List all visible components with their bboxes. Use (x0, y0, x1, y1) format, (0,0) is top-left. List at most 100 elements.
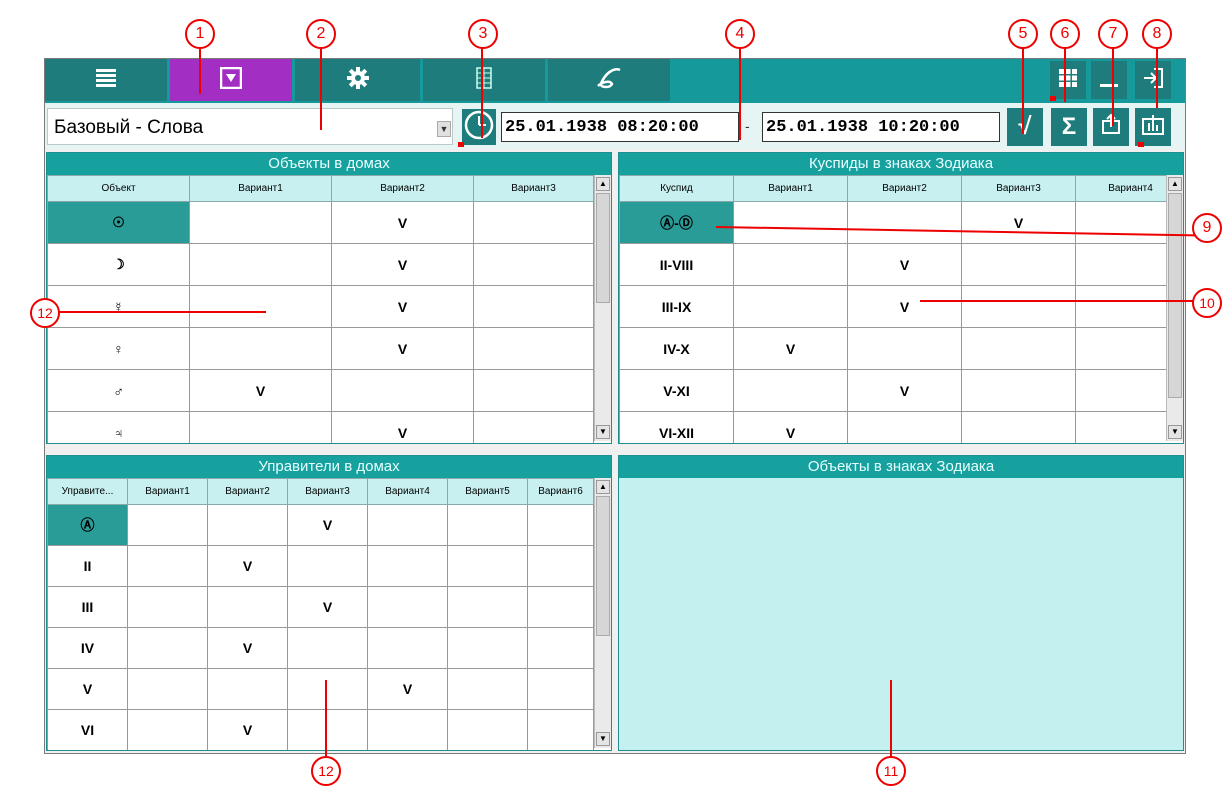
time-mode-button[interactable] (462, 109, 496, 145)
variant-cell[interactable] (447, 709, 528, 750)
variant-cell[interactable] (367, 545, 448, 587)
variant-cell[interactable] (473, 327, 594, 370)
variant-cell[interactable]: V (733, 411, 848, 443)
start-datetime-input[interactable]: 25.01.1938 08:20:00 (501, 112, 739, 142)
variant-cell[interactable]: V (847, 285, 962, 328)
row-symbol-cell[interactable]: VI-XII (619, 411, 734, 443)
variant-cell[interactable]: V (331, 411, 474, 443)
grid-view-button[interactable] (1050, 61, 1086, 99)
sum-button[interactable]: Σ (1051, 108, 1087, 146)
variant-cell[interactable]: V (331, 201, 474, 244)
variant-cell[interactable]: V (287, 586, 368, 628)
variant-cell[interactable] (447, 545, 528, 587)
variant-cell[interactable] (527, 545, 594, 587)
column-header[interactable]: Вариант1 (733, 175, 848, 202)
table-row[interactable]: V-XI V (619, 369, 1183, 412)
variant-cell[interactable] (961, 411, 1076, 443)
table-row[interactable]: ☽ V (47, 243, 594, 286)
preset-select[interactable]: Базовый - Слова (47, 108, 453, 145)
table-row[interactable]: IV-X V (619, 327, 1183, 370)
variant-cell[interactable] (961, 243, 1076, 286)
row-symbol-cell[interactable]: ☽ (47, 243, 190, 286)
exit-button[interactable] (1135, 61, 1171, 99)
variant-cell[interactable]: V (287, 504, 368, 546)
tab-table[interactable] (423, 59, 548, 101)
vertical-scrollbar[interactable]: ▲ ▼ (594, 175, 611, 441)
row-symbol-cell[interactable]: ♃ (47, 411, 190, 443)
table-row[interactable]: ☿ V (47, 285, 594, 328)
row-symbol-cell[interactable]: ☿ (47, 285, 190, 328)
variant-cell[interactable]: V (331, 243, 474, 286)
variant-cell[interactable] (367, 504, 448, 546)
table-row[interactable]: IV V (47, 627, 594, 669)
variant-cell[interactable] (207, 668, 288, 710)
column-header[interactable]: Объект (47, 175, 190, 202)
variant-cell[interactable] (473, 411, 594, 443)
vertical-scrollbar[interactable]: ▲ ▼ (594, 478, 611, 748)
variant-cell[interactable] (189, 411, 332, 443)
row-symbol-cell[interactable]: VI (47, 709, 128, 750)
table-row[interactable]: II V (47, 545, 594, 587)
scroll-down-icon[interactable]: ▼ (1168, 425, 1182, 439)
variant-cell[interactable] (127, 545, 208, 587)
variant-cell[interactable] (189, 201, 332, 244)
table-row[interactable]: VV (47, 668, 594, 710)
variant-cell[interactable] (447, 668, 528, 710)
table-row[interactable]: ♀ V (47, 327, 594, 370)
table-row[interactable]: ♂ V (47, 369, 594, 412)
table-row[interactable]: III V (47, 586, 594, 628)
column-header[interactable]: Куспид (619, 175, 734, 202)
column-header[interactable]: Вариант6 (527, 478, 594, 505)
column-header[interactable]: Вариант5 (447, 478, 528, 505)
table-row[interactable]: II-VIII V (619, 243, 1183, 286)
variant-cell[interactable] (447, 504, 528, 546)
table-row[interactable]: ♃ V (47, 411, 594, 443)
variant-cell[interactable] (287, 545, 368, 587)
variant-cell[interactable] (127, 668, 208, 710)
column-header[interactable]: Вариант3 (961, 175, 1076, 202)
variant-cell[interactable] (447, 627, 528, 669)
row-symbol-cell[interactable]: II (47, 545, 128, 587)
variant-cell[interactable] (367, 627, 448, 669)
tab-list[interactable] (45, 59, 170, 101)
row-symbol-cell[interactable]: III-IX (619, 285, 734, 328)
variant-cell[interactable]: V (733, 327, 848, 370)
scroll-down-icon[interactable]: ▼ (596, 732, 610, 746)
tab-script[interactable] (548, 59, 673, 101)
tab-filter[interactable] (170, 59, 295, 101)
variant-cell[interactable] (733, 285, 848, 328)
column-header[interactable]: Вариант3 (473, 175, 594, 202)
row-symbol-cell[interactable]: V (47, 668, 128, 710)
variant-cell[interactable] (961, 327, 1076, 370)
variant-cell[interactable] (189, 285, 332, 328)
column-header[interactable]: Вариант2 (847, 175, 962, 202)
column-header[interactable]: Вариант3 (287, 478, 368, 505)
variant-cell[interactable] (733, 201, 848, 244)
column-header[interactable]: Вариант4 (367, 478, 448, 505)
variant-cell[interactable] (189, 327, 332, 370)
export-button[interactable] (1093, 108, 1129, 146)
variant-cell[interactable] (367, 586, 448, 628)
column-header[interactable]: Вариант1 (127, 478, 208, 505)
variant-cell[interactable]: V (331, 327, 474, 370)
variant-cell[interactable]: V (207, 627, 288, 669)
variant-cell[interactable] (961, 285, 1076, 328)
variant-cell[interactable]: V (961, 201, 1076, 244)
variant-cell[interactable] (961, 369, 1076, 412)
column-header[interactable]: Вариант1 (189, 175, 332, 202)
variant-cell[interactable] (287, 668, 368, 710)
table-row[interactable]: VI V (47, 709, 594, 750)
row-symbol-cell[interactable]: ♂ (47, 369, 190, 412)
apply-button[interactable]: √ (1007, 108, 1043, 146)
row-symbol-cell[interactable]: Ⓐ (47, 504, 128, 546)
variant-cell[interactable]: V (189, 369, 332, 412)
column-header[interactable]: Вариант2 (331, 175, 474, 202)
row-symbol-cell[interactable]: IV-X (619, 327, 734, 370)
variant-cell[interactable] (207, 586, 288, 628)
variant-cell[interactable] (473, 369, 594, 412)
variant-cell[interactable]: V (847, 243, 962, 286)
row-symbol-cell[interactable]: ♀ (47, 327, 190, 370)
scroll-thumb[interactable] (596, 496, 610, 636)
variant-cell[interactable]: V (847, 369, 962, 412)
variant-cell[interactable] (733, 369, 848, 412)
